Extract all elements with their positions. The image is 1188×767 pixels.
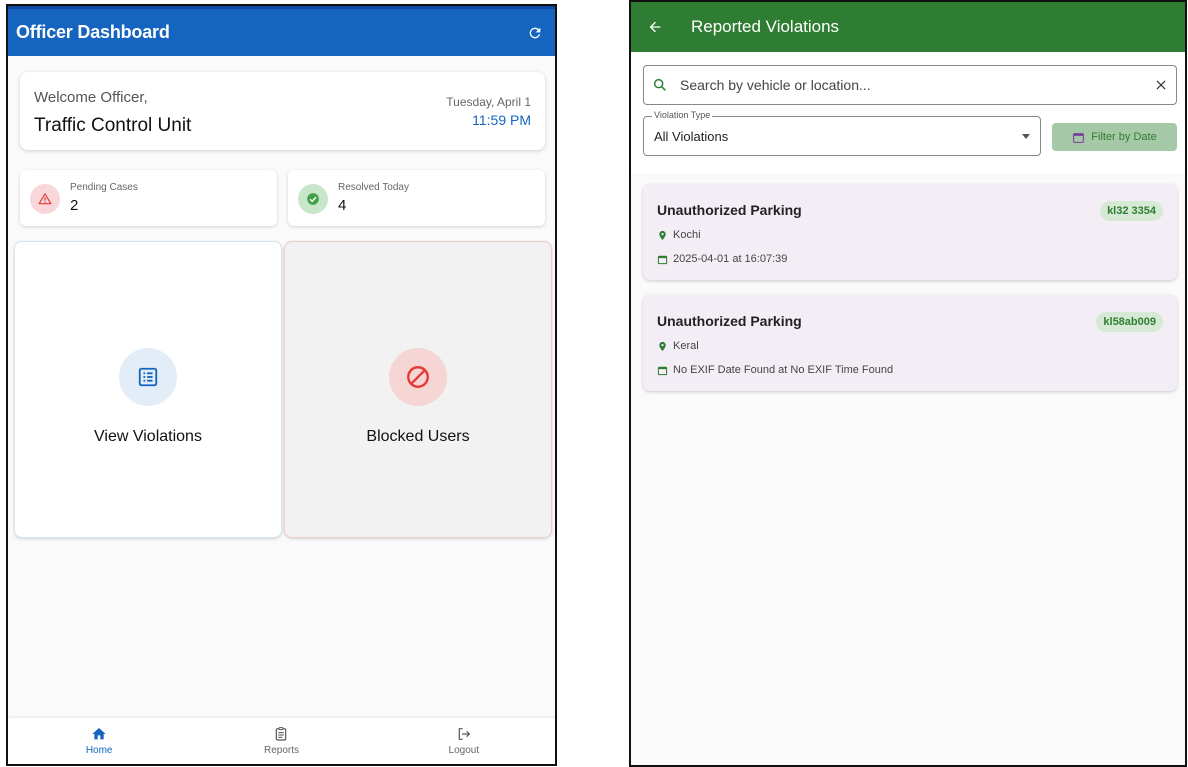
nav-logout-label: Logout bbox=[448, 745, 480, 756]
close-icon[interactable] bbox=[1154, 78, 1168, 92]
search-placeholder: Search by vehicle or location... bbox=[680, 77, 871, 93]
logout-icon bbox=[458, 728, 470, 740]
nav-reports-label: Reports bbox=[263, 745, 299, 756]
pending-cases-card: Pending Cases 2 bbox=[20, 170, 277, 226]
search-icon bbox=[652, 77, 668, 93]
violation-type: Unauthorized Parking bbox=[657, 313, 802, 329]
resolved-today-card: Resolved Today 4 bbox=[288, 170, 545, 226]
bottom-navigation: Home Reports Logout bbox=[8, 718, 555, 764]
filter-by-date-button[interactable]: Filter by Date bbox=[1052, 123, 1177, 151]
pending-cases-label: Pending Cases bbox=[70, 182, 138, 193]
calendar-icon bbox=[657, 366, 668, 375]
blocked-users-tile[interactable]: Blocked Users bbox=[284, 241, 552, 538]
view-violations-label: View Violations bbox=[94, 427, 202, 445]
check-circle-icon bbox=[298, 184, 328, 214]
violation-location: Kochi bbox=[657, 229, 701, 241]
search-input[interactable]: Search by vehicle or location... bbox=[643, 65, 1177, 105]
current-date: Tuesday, April 1 bbox=[446, 95, 531, 109]
violation-type-legend: Violation Type bbox=[652, 110, 713, 120]
home-icon bbox=[92, 728, 106, 740]
violation-card[interactable]: Unauthorized Parking kl32 3354 Kochi 202… bbox=[643, 184, 1177, 280]
datetime-text: 2025-04-01 at 16:07:39 bbox=[673, 253, 788, 265]
datetime-text: No EXIF Date Found at No EXIF Time Found bbox=[673, 364, 894, 376]
welcome-card: Welcome Officer, Traffic Control Unit Tu… bbox=[20, 72, 545, 150]
nav-reports[interactable]: Reports bbox=[190, 718, 372, 764]
current-time: 11:59 PM bbox=[472, 112, 531, 128]
arrow-back-icon[interactable] bbox=[645, 17, 665, 37]
violations-app-bar: Reported Violations bbox=[631, 2, 1185, 52]
view-violations-tile[interactable]: View Violations bbox=[14, 241, 282, 538]
violation-location: Keral bbox=[657, 340, 699, 352]
resolved-today-count: 4 bbox=[338, 197, 347, 214]
nav-logout[interactable]: Logout bbox=[373, 718, 555, 764]
location-text: Kochi bbox=[673, 229, 701, 241]
dashboard-title: Officer Dashboard bbox=[16, 22, 170, 42]
clipboard-icon bbox=[276, 727, 287, 741]
violation-type: Unauthorized Parking bbox=[657, 202, 802, 218]
block-icon bbox=[389, 347, 447, 406]
violation-datetime: 2025-04-01 at 16:07:39 bbox=[657, 253, 787, 265]
nav-home[interactable]: Home bbox=[8, 718, 190, 764]
location-pin-icon bbox=[659, 341, 666, 351]
list-icon bbox=[119, 347, 177, 406]
chevron-down-icon bbox=[1022, 133, 1030, 139]
nav-home-label: Home bbox=[85, 745, 113, 756]
calendar-icon bbox=[657, 255, 668, 264]
filter-by-date-label: Filter by Date bbox=[1091, 131, 1157, 143]
violation-datetime: No EXIF Date Found at No EXIF Time Found bbox=[657, 364, 893, 376]
pending-cases-count: 2 bbox=[70, 197, 79, 214]
filter-panel: Search by vehicle or location... Violati… bbox=[631, 52, 1185, 173]
violation-type-dropdown[interactable]: Violation Type All Violations bbox=[643, 110, 1041, 156]
officer-dashboard-screen: Officer Dashboard Welcome Officer, Traff… bbox=[6, 4, 557, 766]
unit-name: Traffic Control Unit bbox=[34, 115, 192, 136]
welcome-text: Welcome Officer, bbox=[34, 89, 148, 106]
plate-badge: kl58ab009 bbox=[1096, 312, 1163, 332]
blocked-users-label: Blocked Users bbox=[366, 427, 470, 445]
violation-card[interactable]: Unauthorized Parking kl58ab009 Keral No … bbox=[643, 295, 1177, 391]
violations-title: Reported Violations bbox=[691, 17, 840, 36]
location-text: Keral bbox=[673, 340, 699, 352]
violation-type-value: All Violations bbox=[654, 128, 729, 144]
location-pin-icon bbox=[659, 230, 666, 240]
plate-badge: kl32 3354 bbox=[1100, 201, 1163, 221]
reported-violations-screen: Reported Violations Search by vehicle or… bbox=[629, 0, 1187, 767]
resolved-today-label: Resolved Today bbox=[338, 182, 409, 193]
calendar-icon bbox=[1073, 132, 1085, 143]
dashboard-app-bar: Officer Dashboard bbox=[8, 6, 555, 56]
refresh-icon[interactable] bbox=[525, 23, 545, 43]
warning-icon bbox=[30, 184, 60, 214]
